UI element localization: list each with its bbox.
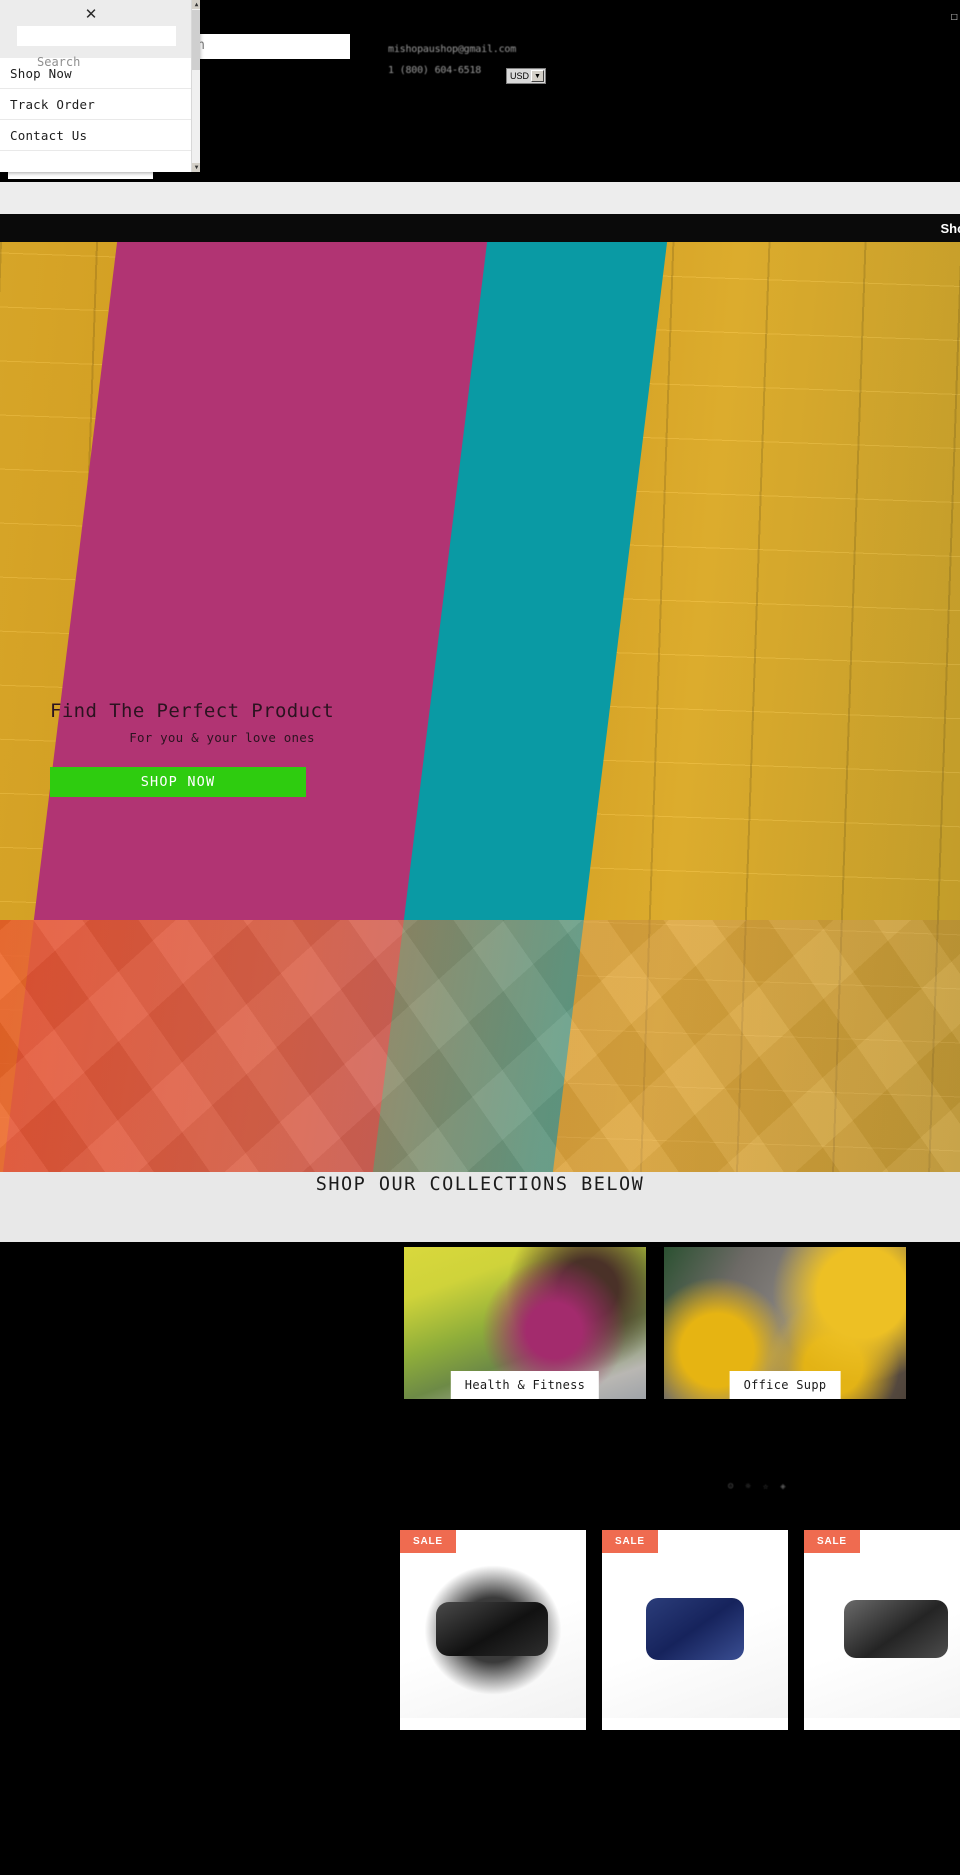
page-root: ☐GET 10% OFF WITH CO Search mishopaushop… — [0, 0, 960, 1875]
scrollbar-thumb[interactable] — [192, 10, 200, 70]
collection-label-health-fitness: Health & Fitness — [450, 1371, 600, 1399]
overlay-menu-item-track-order[interactable]: Track Order — [0, 89, 200, 120]
collections-grid: Health & Fitness Office Supp — [0, 1242, 960, 1492]
product-card[interactable]: SALE — [400, 1530, 586, 1730]
product-image — [400, 1558, 586, 1718]
announcement-content: ☐GET 10% OFF WITH CO — [951, 8, 960, 23]
social-icons-row: ☺ ☼ ☆ ◈ — [728, 1482, 848, 1500]
currency-selected-value: USD — [510, 71, 530, 81]
currency-select[interactable]: USD ▼ — [506, 68, 546, 84]
product-card[interactable]: SALE — [804, 1530, 960, 1730]
hero-subheading: For you & your love ones — [129, 730, 315, 745]
hero-shop-now-button[interactable]: SHOP NOW — [50, 767, 306, 797]
collection-card-office-supplies[interactable]: Office Supp — [664, 1247, 906, 1399]
product-image — [804, 1558, 960, 1718]
status-badge: SALE — [400, 1530, 456, 1553]
collection-card-health-fitness[interactable]: Health & Fitness — [404, 1247, 646, 1399]
product-image — [602, 1558, 788, 1718]
hero-heading: Find The Perfect Product — [50, 700, 335, 722]
social-icon-4[interactable]: ◈ — [780, 1482, 785, 1500]
tag-icon: ☐ — [950, 8, 959, 23]
chevron-down-icon: ▼ — [531, 70, 544, 82]
overlay-search-area: ✕ Search — [0, 0, 200, 69]
header-email[interactable]: mishopaushop@gmail.com — [388, 39, 516, 60]
product-card[interactable]: SALE — [602, 1530, 788, 1730]
social-icon-1[interactable]: ☺ — [728, 1482, 733, 1500]
social-icon-2[interactable]: ☼ — [745, 1482, 750, 1500]
header-contact-info: mishopaushop@gmail.com 1 (800) 604-6518 — [388, 39, 516, 81]
overlay-search-placeholder: Search — [37, 55, 81, 69]
overlay-scrollbar[interactable]: ▲ ▼ — [191, 0, 200, 172]
hero-copy: Find The Perfect Product For you & your … — [50, 700, 390, 797]
overlay-menu-item-contact-us[interactable]: Contact Us — [0, 120, 200, 151]
main-navigation: Shop Now Track Orde — [0, 214, 960, 242]
free-shipping-bar: FREE SHIPPING O — [0, 182, 960, 214]
nav-item-shop-now[interactable]: Shop Now — [941, 221, 960, 236]
social-icon-3[interactable]: ☆ — [763, 1482, 768, 1500]
status-badge: SALE — [602, 1530, 658, 1553]
product-grid: SALE SALE SALE — [0, 1530, 960, 1875]
collection-label-office-supplies: Office Supp — [729, 1371, 841, 1399]
hero-polygon-overlay — [0, 920, 960, 1172]
overlay-menu-item-shop-now[interactable]: Shop Now — [0, 58, 200, 89]
hero-banner: Find The Perfect Product For you & your … — [0, 242, 960, 1172]
overlay-menu-label: Track Order — [10, 96, 95, 112]
overlay-search-input[interactable]: Search — [17, 26, 176, 69]
header-phone[interactable]: 1 (800) 604-6518 — [388, 60, 516, 81]
caret-up-icon[interactable]: ▲ — [192, 0, 200, 9]
overlay-menu-label: Contact Us — [10, 127, 88, 143]
search-menu-overlay: ✕ Search Shop Now Track Order Contact Us… — [0, 0, 200, 172]
collections-title: SHOP OUR COLLECTIONS BELOW — [315, 1174, 645, 1195]
caret-down-icon[interactable]: ▼ — [192, 163, 200, 172]
close-icon[interactable]: ✕ — [82, 6, 100, 24]
status-badge: SALE — [804, 1530, 860, 1553]
